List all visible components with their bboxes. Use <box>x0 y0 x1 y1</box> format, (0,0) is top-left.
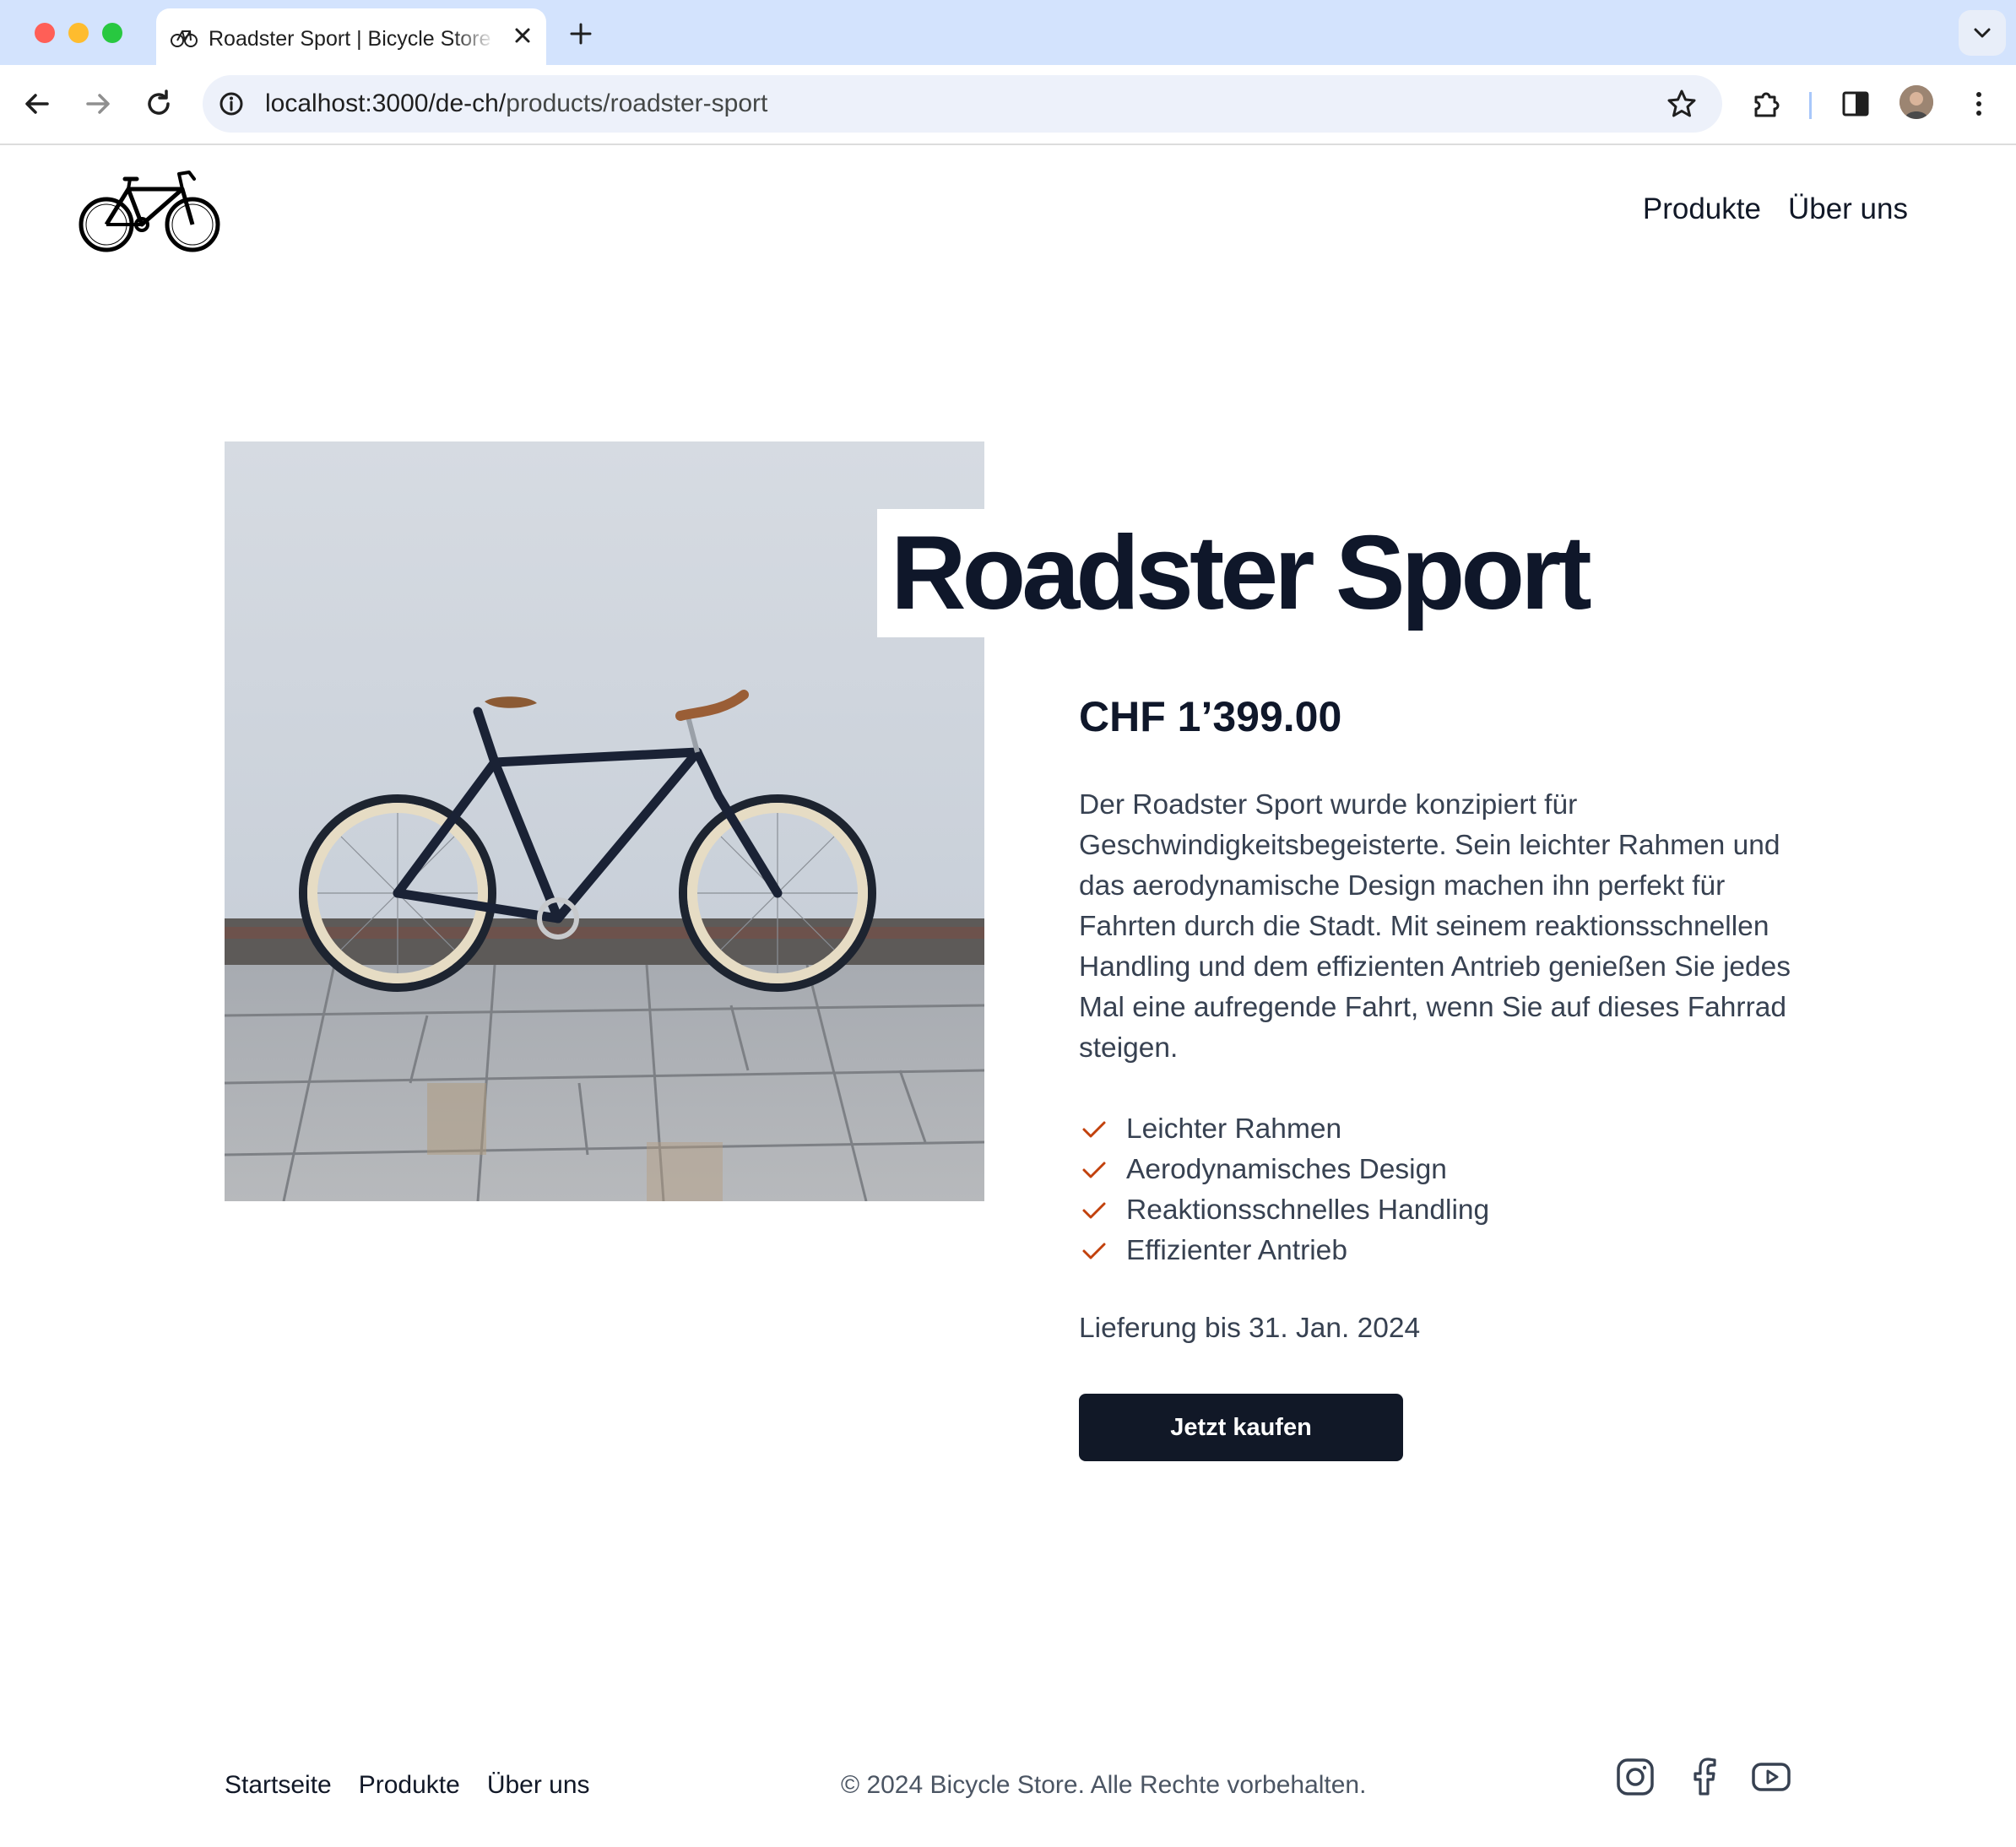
minimize-window-button[interactable] <box>68 23 89 43</box>
checkmark-icon <box>1082 1162 1106 1178</box>
browser-tab-active[interactable]: Roadster Sport | Bicycle Store <box>156 8 546 65</box>
product-title: Roadster Sport <box>877 509 1601 637</box>
toolbar-divider <box>1809 92 1812 119</box>
feature-label: Effizienter Antrieb <box>1126 1235 1347 1266</box>
feature-label: Aerodynamisches Design <box>1126 1154 1447 1185</box>
extensions-puzzle-icon[interactable] <box>1749 85 1786 122</box>
feature-label: Reaktionsschnelles Handling <box>1126 1194 1490 1226</box>
product-image <box>225 441 984 1201</box>
product-description: Der Roadster Sport wurde konzipiert für … <box>1079 789 1791 1064</box>
reload-icon[interactable] <box>138 84 179 124</box>
bookmark-star-icon[interactable] <box>1665 87 1699 121</box>
url-text[interactable]: localhost:3000/de-ch/products/roadster-s… <box>265 89 767 118</box>
feature-label: Leichter Rahmen <box>1126 1113 1342 1145</box>
bicycle-logo-icon[interactable] <box>78 167 221 255</box>
feature-item: Reaktionsschnelles Handling <box>1079 1190 1489 1231</box>
browser-toolbar: localhost:3000/de-ch/products/roadster-s… <box>0 65 2016 145</box>
close-tab-icon[interactable] <box>507 20 538 51</box>
footer-link-produkte[interactable]: Produkte <box>359 1771 460 1800</box>
maximize-window-button[interactable] <box>102 23 122 43</box>
profile-photo-icon <box>1899 85 1933 119</box>
facebook-icon[interactable] <box>1683 1756 1726 1798</box>
product-price: CHF 1’399.00 <box>1079 693 1342 740</box>
side-panel-icon[interactable] <box>1837 85 1874 122</box>
back-arrow-icon[interactable] <box>17 84 57 124</box>
bicycle-photo-icon <box>225 441 984 1201</box>
youtube-icon[interactable] <box>1750 1756 1792 1798</box>
site-info-icon[interactable] <box>216 89 247 119</box>
url-path: products/roadster-sport <box>506 89 768 117</box>
feature-item: Aerodynamisches Design <box>1079 1150 1489 1190</box>
delivery-date: Lieferung bis 31. Jan. 2024 <box>1079 1313 1421 1344</box>
footer-link-startseite[interactable]: Startseite <box>225 1771 332 1800</box>
footer-link-ueber-uns[interactable]: Über uns <box>487 1771 590 1800</box>
copyright-text: © 2024 Bicycle Store. Alle Rechte vorbeh… <box>841 1771 1367 1799</box>
tab-title: Roadster Sport | Bicycle Store <box>209 27 491 51</box>
forward-arrow-icon[interactable] <box>78 84 118 124</box>
address-bar[interactable]: localhost:3000/de-ch/products/roadster-s… <box>203 75 1722 133</box>
checkmark-icon <box>1082 1121 1106 1138</box>
more-menu-icon[interactable] <box>1960 85 1997 122</box>
new-tab-icon[interactable] <box>564 17 598 51</box>
main-nav: Produkte Über uns <box>1643 192 1908 226</box>
feature-item: Effizienter Antrieb <box>1079 1231 1489 1271</box>
nav-link-produkte[interactable]: Produkte <box>1643 192 1761 226</box>
checkmark-icon <box>1082 1243 1106 1259</box>
buy-now-button[interactable]: Jetzt kaufen <box>1079 1394 1403 1461</box>
checkmark-icon <box>1082 1202 1106 1219</box>
feature-item: Leichter Rahmen <box>1079 1109 1489 1150</box>
nav-link-ueber-uns[interactable]: Über uns <box>1788 192 1908 226</box>
browser-tabstrip: Roadster Sport | Bicycle Store <box>0 0 2016 65</box>
instagram-icon[interactable] <box>1614 1756 1656 1798</box>
footer-nav: Startseite Produkte Über uns <box>225 1771 590 1800</box>
chevron-down-icon <box>1974 28 1991 38</box>
tab-search-button[interactable] <box>1959 10 2006 56</box>
url-host: localhost:3000/de-ch/ <box>265 89 507 117</box>
feature-list: Leichter Rahmen Aerodynamisches Design R… <box>1079 1109 1489 1271</box>
close-window-button[interactable] <box>35 23 55 43</box>
bicycle-favicon-icon <box>171 30 198 47</box>
profile-avatar[interactable] <box>1899 85 1933 119</box>
